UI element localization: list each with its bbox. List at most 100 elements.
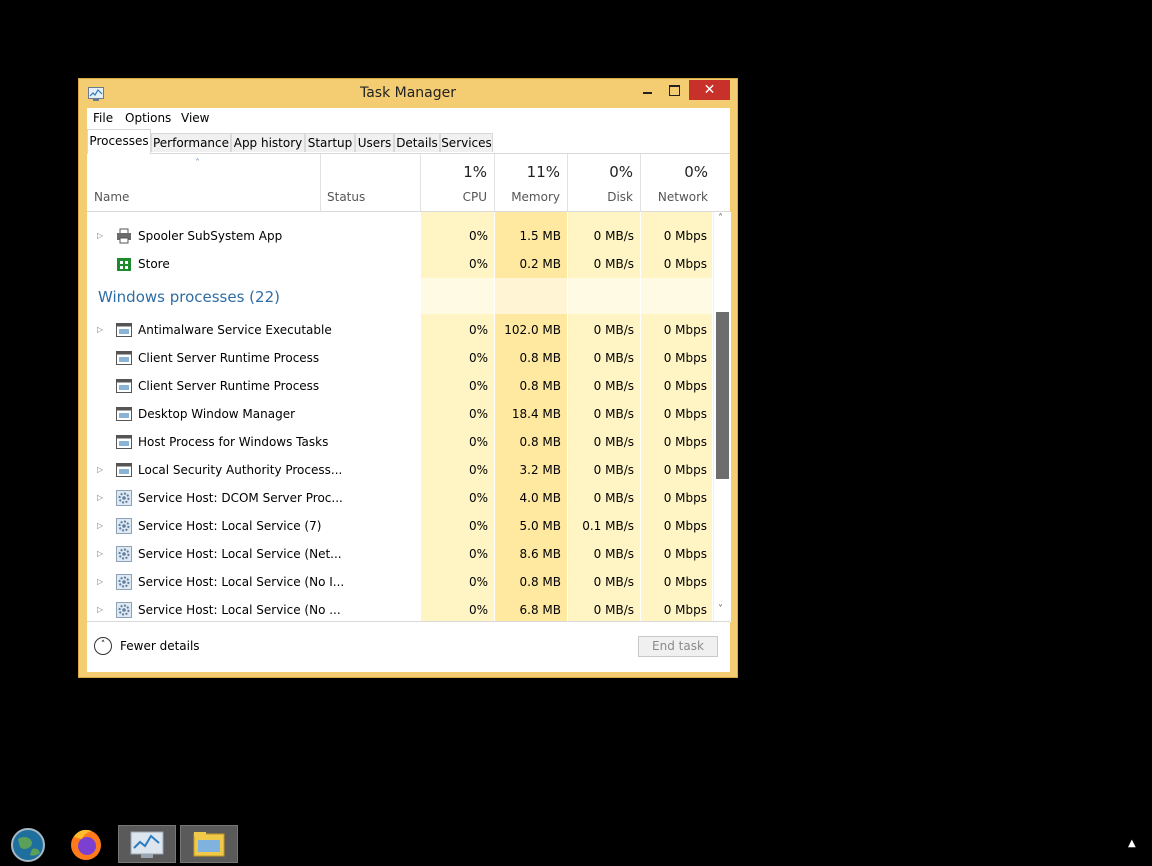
- cpu-value: 0%: [468, 379, 488, 393]
- group-header-windows-processes[interactable]: Windows processes (22): [98, 288, 280, 306]
- column-status[interactable]: Status: [327, 190, 365, 204]
- cpu-value: 0%: [468, 323, 488, 337]
- scrollbar-thumb[interactable]: [716, 312, 729, 479]
- table-row[interactable]: ▷ Antimalware Service Executable 0% 102.0 M…: [87, 316, 712, 344]
- scroll-down-icon[interactable]: ˅: [718, 604, 723, 615]
- expand-arrow-icon[interactable]: ▷: [97, 231, 103, 240]
- memory-value: 4.0 MB: [519, 491, 561, 505]
- close-button[interactable]: ✕: [689, 80, 730, 100]
- menu-options[interactable]: Options: [125, 111, 171, 125]
- table-row[interactable]: Store 0% 0.2 MB 0 MB/s 0 Mbps: [87, 250, 712, 278]
- memory-label: Memory: [511, 190, 560, 204]
- cpu-percent: 1%: [463, 163, 487, 181]
- column-memory[interactable]: 11% Memory: [495, 154, 567, 211]
- memory-value: 0.8 MB: [519, 575, 561, 589]
- footer-bar: ˄ Fewer details End task: [87, 621, 730, 672]
- title-bar[interactable]: Task Manager ✕: [79, 79, 737, 107]
- memory-value: 5.0 MB: [519, 519, 561, 533]
- disk-value: 0 MB/s: [593, 547, 634, 561]
- printer-icon: [116, 212, 132, 214]
- process-name: Client Server Runtime Process: [138, 351, 320, 365]
- taskbar-firefox[interactable]: [58, 825, 116, 863]
- maximize-icon: [669, 85, 680, 96]
- disk-value: 0 MB/s: [593, 379, 634, 393]
- expand-arrow-icon[interactable]: ▷: [97, 325, 103, 334]
- process-name: Service Host: Local Service (No I...: [138, 575, 345, 589]
- gear-icon: [116, 574, 132, 590]
- vertical-scrollbar[interactable]: ˄ ˅: [713, 212, 731, 622]
- expand-arrow-icon[interactable]: ▷: [97, 465, 103, 474]
- table-row[interactable]: Client Server Runtime Process 0% 0.8 MB 0 M…: [87, 344, 712, 372]
- tab-users[interactable]: Users: [355, 133, 394, 152]
- cpu-value: 0%: [468, 257, 488, 271]
- window-icon: [116, 435, 132, 449]
- tab-services[interactable]: Services: [440, 133, 493, 152]
- fewer-details-link[interactable]: Fewer details: [120, 639, 200, 653]
- process-name: Service Host: DCOM Server Proc...: [138, 491, 343, 505]
- network-label: Network: [657, 190, 708, 204]
- expand-arrow-icon[interactable]: ▷: [97, 549, 103, 558]
- cpu-value: 0%: [468, 519, 488, 533]
- maximize-button[interactable]: [661, 80, 687, 100]
- menu-view[interactable]: View: [181, 111, 209, 125]
- table-row[interactable]: ▷ Service Host: Local Service (Net... 0% 8.…: [87, 540, 712, 568]
- column-name[interactable]: Name: [94, 190, 129, 204]
- tray-chevron-icon[interactable]: ▲: [1128, 838, 1136, 849]
- task-manager-window: Task Manager ✕ File Options View Process…: [78, 78, 738, 678]
- column-divider[interactable]: [320, 154, 321, 211]
- taskbar-task-manager[interactable]: [118, 825, 176, 863]
- tab-app-history[interactable]: App history: [231, 133, 305, 152]
- window-icon: [116, 379, 132, 393]
- sort-up-icon[interactable]: ˄: [195, 158, 200, 169]
- column-disk[interactable]: 0% Disk: [568, 154, 640, 211]
- cpu-value: 0%: [468, 229, 488, 243]
- tab-processes[interactable]: Processes: [87, 129, 151, 154]
- cpu-value: 0%: [468, 547, 488, 561]
- disk-value: 0 MB/s: [593, 257, 634, 271]
- end-task-button[interactable]: End task: [638, 636, 718, 657]
- taskbar: ▲: [0, 824, 1152, 864]
- table-row[interactable]: ▷ Service Host: Local Service (7) 0% 5.0 MB…: [87, 512, 712, 540]
- store-icon: [117, 258, 131, 271]
- chevron-up-circle-icon[interactable]: ˄: [94, 637, 112, 655]
- expand-arrow-icon[interactable]: ▷: [97, 521, 103, 530]
- table-row[interactable]: ▷ Local Security Authority Process... 0% 3.…: [87, 456, 712, 484]
- window-client-area: File Options View Processes Performance …: [87, 108, 731, 672]
- network-value: 0 Mbps: [663, 547, 707, 561]
- cpu-value: 0%: [468, 407, 488, 421]
- scroll-up-icon[interactable]: ˄: [718, 213, 723, 224]
- table-row[interactable]: Desktop Window Manager 0% 18.4 MB 0 MB/s 0 M…: [87, 400, 712, 428]
- network-value: 0 Mbps: [663, 351, 707, 365]
- table-row[interactable]: ▷ Spooler SubSystem App 0% 1.5 MB 0 MB/s 0 Mb…: [87, 222, 712, 250]
- column-cpu[interactable]: 1% CPU: [421, 154, 494, 211]
- disk-value: 0 MB/s: [593, 603, 634, 617]
- taskbar-file-explorer[interactable]: [180, 825, 238, 863]
- tab-details[interactable]: Details: [394, 133, 440, 152]
- expand-arrow-icon[interactable]: ▷: [97, 493, 103, 502]
- memory-value: 3.2 MB: [519, 463, 561, 477]
- table-row[interactable]: Host Process for Windows Tasks 0% 0.8 MB 0 …: [87, 428, 712, 456]
- menu-file[interactable]: File: [93, 111, 113, 125]
- table-row-partial[interactable]: [87, 212, 712, 220]
- disk-value: 0 MB/s: [593, 463, 634, 477]
- table-row[interactable]: ▷ Service Host: DCOM Server Proc... 0% 4.0 …: [87, 484, 712, 512]
- expand-arrow-icon[interactable]: ▷: [97, 605, 103, 614]
- disk-percent: 0%: [609, 163, 633, 181]
- table-row[interactable]: ▷ Service Host: Local Service (No ... 0% 6.…: [87, 596, 712, 624]
- minimize-button[interactable]: [634, 80, 660, 100]
- memory-value: 0.8 MB: [519, 379, 561, 393]
- tab-performance[interactable]: Performance: [151, 133, 231, 152]
- expand-arrow-icon[interactable]: ▷: [97, 577, 103, 586]
- tab-startup[interactable]: Startup: [305, 133, 355, 152]
- disk-value: 0 MB/s: [593, 435, 634, 449]
- window-icon: [116, 407, 132, 421]
- table-row[interactable]: Client Server Runtime Process 0% 0.8 MB 0 M…: [87, 372, 712, 400]
- cpu-label: CPU: [462, 190, 487, 204]
- table-row[interactable]: ▷ Service Host: Local Service (No I... 0% 0…: [87, 568, 712, 596]
- network-value: 0 Mbps: [663, 519, 707, 533]
- taskbar-globe[interactable]: [0, 825, 58, 863]
- column-network[interactable]: 0% Network: [641, 154, 715, 211]
- network-percent: 0%: [684, 163, 708, 181]
- memory-value: 0.2 MB: [519, 257, 561, 271]
- cpu-value: 0%: [468, 463, 488, 477]
